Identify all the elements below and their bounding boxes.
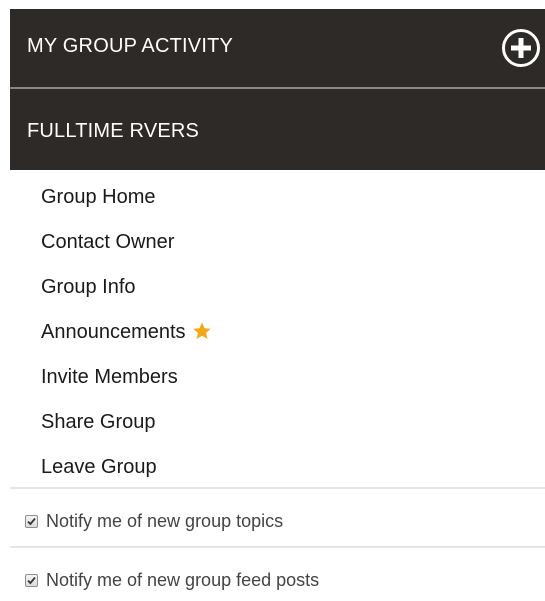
nav-item-contact-owner[interactable]: Contact Owner [41,223,212,268]
group-activity-panel: MY GROUP ACTIVITY FULLTIME RVERS Group H… [0,0,545,601]
nav-item-announcements[interactable]: Announcements [41,313,212,358]
plus-circle-icon [502,29,540,67]
star-icon [192,321,212,341]
nav-item-group-info[interactable]: Group Info [41,268,212,313]
notify-topics-checkbox[interactable] [25,514,38,528]
nav-item-label: Invite Members [41,366,178,388]
notify-feed-posts-checkbox[interactable] [25,573,38,587]
notify-topics-option[interactable]: Notify me of new group topics [25,509,283,533]
section-divider [10,546,545,548]
notify-feed-posts-option[interactable]: Notify me of new group feed posts [25,568,319,592]
nav-item-label: Contact Owner [41,231,175,253]
nav-item-invite-members[interactable]: Invite Members [41,358,212,403]
nav-item-label: Share Group [41,411,156,433]
nav-item-label: Group Home [41,186,156,208]
my-group-activity-title: MY GROUP ACTIVITY [27,35,234,57]
group-nav-menu: Group Home Contact Owner Group Info Anno… [41,178,212,493]
nav-item-share-group[interactable]: Share Group [41,403,212,448]
nav-item-label: Group Info [41,276,136,298]
notify-feed-posts-label: Notify me of new group feed posts [46,569,320,590]
group-name-header: FULLTIME RVERS [10,89,545,170]
add-group-button[interactable] [501,28,541,68]
nav-item-label: Leave Group [41,456,157,478]
nav-item-label: Announcements [41,321,186,343]
section-divider [10,487,545,489]
checkmark-icon [27,576,36,584]
my-group-activity-header: MY GROUP ACTIVITY [10,9,545,87]
checkmark-icon [27,517,36,525]
group-name-title: FULLTIME RVERS [27,120,200,142]
nav-item-group-home[interactable]: Group Home [41,178,212,223]
notify-topics-label: Notify me of new group topics [46,510,284,531]
